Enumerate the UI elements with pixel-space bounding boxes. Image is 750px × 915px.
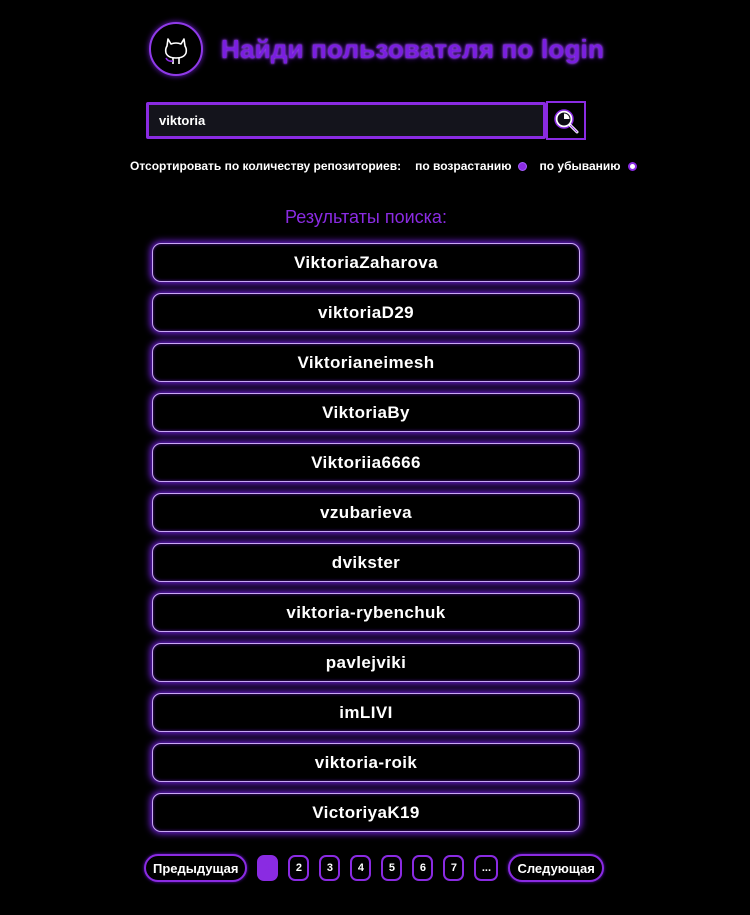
page-button-2[interactable]: 2 bbox=[288, 855, 310, 881]
pagination: Предыдущая 1 2 3 4 5 6 7 ... Следующая bbox=[144, 854, 604, 882]
sort-descending-option[interactable]: по убыванию bbox=[539, 159, 637, 173]
sort-ascending-radio[interactable] bbox=[518, 161, 528, 171]
sort-controls: Отсортировать по количеству репозиториев… bbox=[130, 159, 649, 173]
header: Найди пользователя по login bbox=[149, 22, 604, 76]
result-item[interactable]: VictoriyaK19 bbox=[152, 793, 580, 832]
result-item[interactable]: vzubarieva bbox=[152, 493, 580, 532]
sort-ascending-option[interactable]: по возрастанию bbox=[415, 159, 528, 173]
results-title: Результаты поиска: bbox=[285, 207, 447, 227]
result-item[interactable]: viktoria-rybenchuk bbox=[152, 593, 580, 632]
search-input[interactable] bbox=[146, 102, 546, 139]
result-item[interactable]: viktoria-roik bbox=[152, 743, 580, 782]
search-button[interactable] bbox=[546, 101, 586, 140]
github-logo-icon bbox=[149, 22, 203, 76]
page-button-1[interactable]: 1 bbox=[257, 855, 279, 881]
prev-page-button[interactable]: Предыдущая bbox=[144, 854, 248, 882]
result-item[interactable]: imLIVI bbox=[152, 693, 580, 732]
magnifier-icon bbox=[554, 108, 579, 133]
result-item[interactable]: Viktoriia6666 bbox=[152, 443, 580, 482]
result-item[interactable]: ViktoriaBy bbox=[152, 393, 580, 432]
page-button-7[interactable]: 7 bbox=[443, 855, 465, 881]
next-page-button[interactable]: Следующая bbox=[508, 854, 604, 882]
page-ellipsis[interactable]: ... bbox=[474, 855, 499, 881]
sort-option-label: по убыванию bbox=[539, 159, 621, 173]
result-item[interactable]: dvikster bbox=[152, 543, 580, 582]
page-title: Найди пользователя по login bbox=[221, 33, 605, 64]
sort-option-label: по возрастанию bbox=[415, 159, 512, 173]
result-item[interactable]: viktoriaD29 bbox=[152, 293, 580, 332]
page-button-3[interactable]: 3 bbox=[319, 855, 341, 881]
page-button-5[interactable]: 5 bbox=[381, 855, 403, 881]
sort-descending-radio[interactable] bbox=[627, 161, 637, 171]
search-bar bbox=[146, 101, 586, 140]
page-button-6[interactable]: 6 bbox=[412, 855, 434, 881]
page: Найди пользователя по login Отсортироват… bbox=[0, 0, 750, 915]
result-item[interactable]: Viktorianeimesh bbox=[152, 343, 580, 382]
result-item[interactable]: ViktoriaZaharova bbox=[152, 243, 580, 282]
result-item[interactable]: pavlejviki bbox=[152, 643, 580, 682]
sort-label: Отсортировать по количеству репозиториев… bbox=[130, 159, 402, 173]
results-list: ViktoriaZaharova viktoriaD29 Viktorianei… bbox=[152, 243, 580, 843]
page-button-4[interactable]: 4 bbox=[350, 855, 372, 881]
